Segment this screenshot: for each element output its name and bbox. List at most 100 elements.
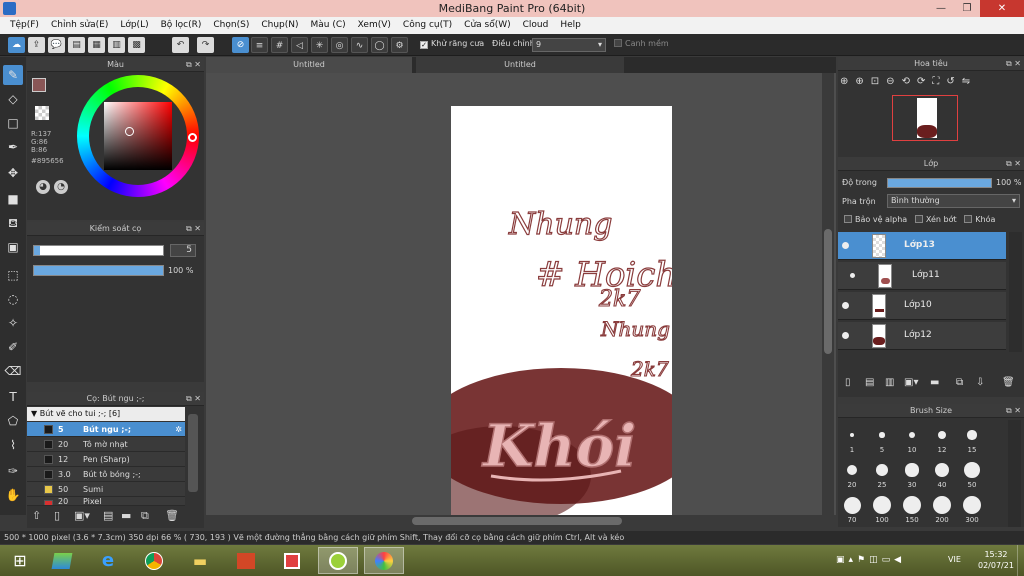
eye-icon[interactable] [842,302,849,309]
select-eraser-tool-icon[interactable]: ⌫ [3,361,23,381]
trash-icon[interactable]: 🗑 [1002,377,1015,388]
saturation-value-box[interactable] [104,102,172,170]
palette-icon[interactable]: ◕ [36,180,50,194]
brush-size-option[interactable]: 40 [929,461,955,489]
cloud-icon[interactable]: ☁ [8,37,25,53]
blend-select[interactable]: Bình thường ▾ [887,194,1020,208]
chat-icon[interactable]: ▤ [68,37,85,53]
brush-size-option[interactable]: 20 [839,461,865,489]
horizontal-scroll-thumb[interactable] [412,517,622,525]
eyedropper-tool-icon[interactable]: ✑ [3,461,23,481]
medibang-taskbar-icon[interactable] [364,547,404,574]
brush-size-option[interactable]: 1 [839,426,865,454]
brush-list-scrollbar[interactable] [188,414,198,492]
redo-icon[interactable]: ↷ [197,37,214,53]
brush-size-option[interactable]: 50 [959,461,985,489]
pages-icon[interactable]: ▥ [108,37,125,53]
new-layer-icon[interactable]: ▯ [845,377,851,388]
panel-close-icon[interactable]: ⧉ ✕ [186,392,201,406]
lasso-tool-icon[interactable]: ◌ [3,289,23,309]
circle-snap-icon[interactable]: ◎ [331,37,348,53]
sv-handle[interactable] [125,127,134,136]
transparent-swatch[interactable] [35,106,49,120]
reset-icon[interactable]: ↺ [946,76,961,87]
vertical-scroll-thumb[interactable] [824,229,832,354]
drawing-canvas[interactable]: Nhung # Hoich 2k7 Nhung 2k7 Khói [451,106,672,515]
tray-app-icon[interactable]: ▣ [836,555,849,565]
magic-wand-tool-icon[interactable]: ✧ [3,313,23,333]
menu-select[interactable]: Chọn(S) [207,17,255,34]
layer-row[interactable]: Lớp13 ✲ [838,232,1020,260]
new-halftone-layer-icon[interactable]: ▤ [865,377,874,388]
layer-opacity-slider[interactable] [887,178,992,188]
panel-close-icon[interactable]: ⧉ ✕ [1006,404,1021,418]
clip-checkbox[interactable]: Xén bớt [914,215,957,224]
add-layer-menu-icon[interactable]: ▣▾ [904,377,918,388]
brush-file-icon[interactable]: ▤ [103,509,113,522]
layer-scrollbar[interactable] [1009,232,1022,352]
foreground-swatch[interactable] [32,78,46,92]
folder-icon[interactable]: ▬ [121,509,131,522]
dropper-tool-icon[interactable]: ⌇ [3,435,23,455]
eraser-tool-icon[interactable]: ◇ [3,89,23,109]
start-button[interactable]: ⊞ [2,547,38,574]
comment-icon[interactable]: 💬 [48,37,65,53]
settings-snap-icon[interactable]: ⚙ [391,37,408,53]
panel-close-icon[interactable]: ⧉ ✕ [1006,57,1021,71]
rotate-right-icon[interactable]: ⟳ [917,76,932,87]
upload-brush-icon[interactable]: ⇧ [32,509,41,522]
share-icon[interactable]: ⇪ [28,37,45,53]
eye-icon[interactable] [842,332,849,339]
palette-add-icon[interactable]: ◔ [54,180,68,194]
horizontal-scrollbar[interactable] [206,515,836,527]
text-tool-icon[interactable]: T [3,387,23,407]
menu-cloud[interactable]: Cloud [517,17,555,34]
menu-layer[interactable]: Lớp(L) [114,17,154,34]
menu-filter[interactable]: Bộ lọc(R) [155,17,208,34]
vertical-scrollbar[interactable] [822,73,834,515]
cross-snap-icon[interactable]: # [271,37,288,53]
brush-size-option[interactable]: 100 [869,496,895,524]
menu-help[interactable]: Help [554,17,587,34]
maximize-button[interactable]: ❐ [954,0,980,17]
brush-size-option[interactable]: 150 [899,496,925,524]
select-pen-tool-icon[interactable]: ✐ [3,337,23,357]
network-icon[interactable]: ◫ [869,555,882,565]
layer-row[interactable]: Lớp10 [838,292,1006,320]
apps-icon[interactable] [272,547,312,574]
brush-row[interactable]: 20 Pixel [27,497,185,506]
chrome-icon[interactable] [134,547,174,574]
zoom-out-icon[interactable]: ⊖ [886,76,901,87]
brush-size-option[interactable]: 70 [839,496,865,524]
brush-size-option[interactable]: 30 [899,461,925,489]
brush-row[interactable]: 20 Tô mờ nhạt [27,437,185,452]
menu-edit[interactable]: Chỉnh sửa(E) [45,17,114,34]
clock[interactable]: 15:32 02/07/21 [978,549,1014,571]
brush-size-option[interactable]: 15 [959,426,985,454]
duplicate-layer-icon[interactable]: ⧉ [956,377,963,388]
brush-row[interactable]: 5 Bút ngu ;-; ✲ [27,422,185,437]
brush-group-header[interactable]: ▼ Bút vẽ cho tui ;-; [6] [27,407,185,421]
flag-icon[interactable]: ⚑ [857,555,869,565]
menu-color[interactable]: Màu (C) [305,17,352,34]
brush-row[interactable]: 3.0 Bút tô bóng ;-; [27,467,185,482]
menu-view[interactable]: Xem(V) [352,17,397,34]
zoom-in-icon[interactable]: ⊕ [855,76,870,87]
menu-file[interactable]: Tệp(F) [4,17,45,34]
brush-size-option[interactable]: 12 [929,426,955,454]
brush-size-option[interactable]: 300 [959,496,985,524]
move-tool-icon[interactable]: ✥ [3,163,23,183]
panel-close-icon[interactable]: ⧉ ✕ [186,222,201,236]
chevron-up-icon[interactable]: ▴ [849,555,858,565]
zoom-icon[interactable]: ⊕ [840,76,855,87]
new-8bit-layer-icon[interactable]: ▥ [885,377,894,388]
fullscreen-icon[interactable]: ⛶ [932,76,946,87]
hue-handle[interactable] [188,133,197,142]
office-icon[interactable] [226,547,266,574]
hand-tool-icon[interactable]: ✋ [3,485,23,505]
add-brush-icon[interactable]: ▣▾ [74,509,90,522]
gradient-tool-icon[interactable]: ▣ [3,237,23,257]
camera-app-icon[interactable] [318,547,358,574]
new-brush-icon[interactable]: ▯ [54,509,60,522]
eye-icon[interactable] [842,242,849,249]
